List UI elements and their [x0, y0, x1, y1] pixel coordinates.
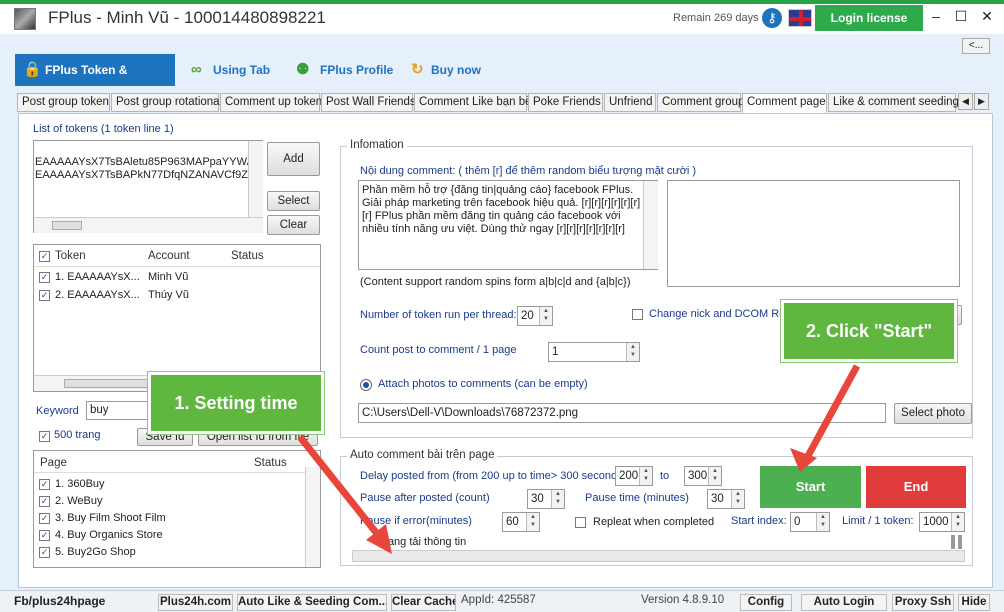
plus24h-button[interactable]: Plus24h.com [158, 594, 233, 611]
app-id: AppId: 425587 [461, 594, 536, 606]
version: Version 4.8.9.10 [641, 594, 725, 606]
fb-page-link[interactable]: Fb/plus24hpage [14, 594, 105, 608]
status-bar: Fb/plus24hpage Plus24h.com Auto Like & S… [0, 590, 1004, 612]
click-start-callout: 2. Click "Start" [781, 300, 957, 362]
auto-login-button[interactable]: Auto Login [801, 594, 887, 611]
auto-like-seeding-button[interactable]: Auto Like & Seeding Com... [237, 594, 387, 611]
proxy-ssh-button[interactable]: Proxy Ssh [892, 594, 954, 611]
hide-button[interactable]: Hide [958, 594, 990, 611]
config-button[interactable]: Config [740, 594, 792, 611]
arrow-to-pause-error [297, 434, 385, 543]
arrow-to-start [804, 364, 861, 458]
setting-time-callout: 1. Setting time [148, 372, 324, 434]
clear-cache-button[interactable]: Clear Cache [391, 594, 456, 611]
